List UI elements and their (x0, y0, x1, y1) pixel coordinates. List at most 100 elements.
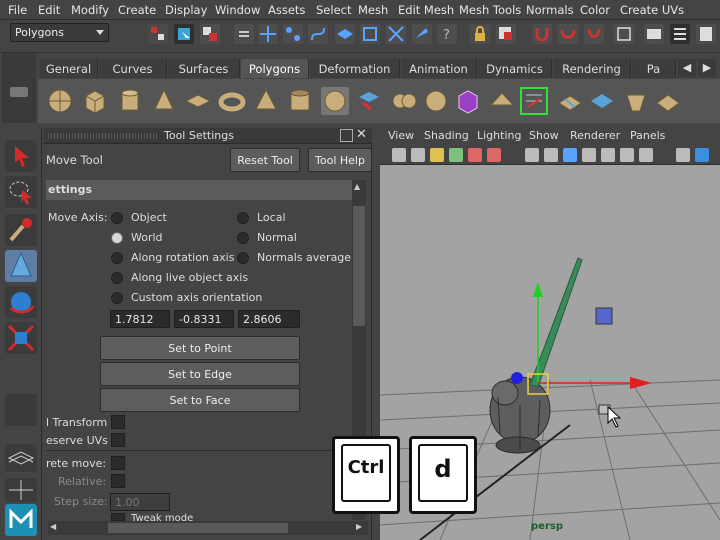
select-highlight-icon[interactable] (496, 24, 516, 44)
select-tool-button[interactable] (5, 140, 37, 172)
preserve-uvs-checkbox[interactable] (111, 433, 125, 447)
symmetry-icon[interactable] (386, 24, 406, 44)
axis-z-field[interactable]: 2.8606 (238, 310, 300, 328)
camera-attributes-icon[interactable] (411, 148, 425, 162)
set-to-edge-button[interactable]: Set to Edge (100, 362, 300, 386)
axis-y-field[interactable]: -0.8331 (174, 310, 234, 328)
snap-to-curve-icon[interactable] (283, 24, 303, 44)
poly-pyramid-icon[interactable] (252, 87, 280, 115)
layout-single-button[interactable] (5, 444, 37, 472)
attribute-editor-icon[interactable] (696, 24, 716, 44)
viewport-menu-panels[interactable]: Panels (630, 129, 665, 142)
poly-cube-icon[interactable] (81, 87, 109, 115)
magnet-point-icon[interactable] (584, 24, 604, 44)
menu-select[interactable]: Select (316, 3, 351, 17)
history-icon[interactable] (412, 24, 432, 44)
make-live-icon[interactable] (360, 24, 380, 44)
menu-create[interactable]: Create (118, 3, 156, 17)
tab-general[interactable]: General (40, 59, 98, 78)
tab-curves[interactable]: Curves (99, 59, 167, 78)
menu-file[interactable]: File (8, 3, 27, 17)
menu-edit-mesh[interactable]: Edit Mesh (398, 3, 454, 17)
set-to-point-button[interactable]: Set to Point (100, 336, 300, 360)
poly-soccer-ball-icon[interactable] (321, 87, 349, 115)
grid-icon[interactable] (525, 148, 539, 162)
scale-tool-button[interactable] (5, 322, 37, 354)
scroll-up-icon[interactable]: ▲ (354, 182, 360, 191)
poly-pipe-icon[interactable] (286, 87, 314, 115)
tab-polygons[interactable]: Polygons (241, 59, 309, 78)
xray-icon[interactable] (695, 148, 709, 162)
discrete-move-checkbox[interactable] (111, 456, 125, 470)
viewport-menu-lighting[interactable]: Lighting (477, 129, 521, 142)
move-tool-button[interactable] (5, 250, 37, 282)
tab-animation[interactable]: Animation (401, 59, 477, 78)
viewport-menu-renderer[interactable]: Renderer (570, 129, 620, 142)
select-by-hierarchy-icon[interactable] (148, 24, 168, 44)
axis-x-field[interactable]: 1.7812 (110, 310, 170, 328)
help-question-icon[interactable]: ? (437, 24, 457, 44)
wireframe-icon[interactable] (563, 148, 577, 162)
tweak-mode-checkbox[interactable] (111, 513, 125, 521)
smooth-shade-icon[interactable] (582, 148, 596, 162)
poly-cone-icon[interactable] (150, 87, 178, 115)
snap-to-grid-icon[interactable] (258, 24, 278, 44)
transform-checkbox[interactable] (111, 415, 125, 429)
film-gate-icon[interactable] (544, 148, 558, 162)
viewport-menu-view[interactable]: View (388, 129, 414, 142)
tab-dynamics[interactable]: Dynamics (478, 59, 552, 78)
textured-icon[interactable] (601, 148, 615, 162)
menu-window[interactable]: Window (215, 3, 260, 17)
lasso-tool-button[interactable] (5, 176, 37, 208)
axis-along-live-radio[interactable] (111, 272, 123, 284)
step-size-field[interactable]: 1.00 (110, 493, 170, 511)
axis-custom-radio[interactable] (111, 292, 123, 304)
target-weld-icon[interactable] (654, 87, 682, 115)
panel-drag-grip[interactable] (48, 133, 158, 139)
poly-sphere-icon[interactable] (46, 87, 74, 115)
shelf-side-handle[interactable] (2, 53, 36, 123)
tool-help-button[interactable]: Tool Help (308, 148, 372, 172)
close-icon[interactable]: ✕ (356, 127, 370, 143)
lock-icon[interactable] (470, 24, 490, 44)
bridge-icon[interactable] (488, 87, 516, 115)
magnet-curve-icon[interactable] (558, 24, 578, 44)
combine-icon[interactable] (390, 87, 418, 115)
scroll-left-icon[interactable]: ◀ (50, 522, 56, 531)
axis-object-radio[interactable] (111, 212, 123, 224)
poly-plane-icon[interactable] (184, 87, 212, 115)
menu-create-uvs[interactable]: Create UVs (620, 3, 684, 17)
render-region-icon[interactable] (614, 24, 634, 44)
select-by-component-icon[interactable] (200, 24, 220, 44)
settings-section-header[interactable]: ettings (46, 180, 352, 200)
layout-four-button[interactable] (5, 478, 37, 502)
menu-color[interactable]: Color (580, 3, 610, 17)
tab-surfaces[interactable]: Surfaces (168, 59, 240, 78)
rotate-tool-button[interactable] (5, 286, 37, 318)
select-by-object-icon[interactable] (174, 24, 194, 44)
image-plane-icon[interactable] (449, 148, 463, 162)
insert-edge-loop-icon[interactable] (556, 87, 584, 115)
bookmark-icon[interactable] (430, 148, 444, 162)
axis-along-rotation-radio[interactable] (111, 252, 123, 264)
menu-assets[interactable]: Assets (268, 3, 305, 17)
axis-local-radio[interactable] (237, 212, 249, 224)
menu-modify[interactable]: Modify (71, 3, 109, 17)
tab-deformation[interactable]: Deformation (310, 59, 400, 78)
last-tool-button[interactable] (5, 394, 37, 426)
snap-menu-icon[interactable] (234, 24, 254, 44)
float-panel-icon[interactable] (340, 129, 353, 142)
axis-normal-radio[interactable] (237, 232, 249, 244)
shadows-icon[interactable] (639, 148, 653, 162)
menu-set-dropdown[interactable]: Polygons (10, 23, 109, 42)
axis-world-radio[interactable] (111, 232, 123, 244)
horizontal-scroll-thumb[interactable] (108, 523, 288, 533)
extrude-icon[interactable] (355, 87, 383, 115)
paint-select-tool-button[interactable] (5, 214, 37, 246)
poly-cylinder-icon[interactable] (116, 87, 144, 115)
magnet-icon[interactable] (532, 24, 552, 44)
smooth-cube-icon[interactable] (454, 87, 482, 115)
vertical-scroll-thumb[interactable] (353, 206, 365, 326)
separate-icon[interactable] (422, 87, 450, 115)
scroll-right-icon[interactable]: ▶ (356, 522, 362, 531)
